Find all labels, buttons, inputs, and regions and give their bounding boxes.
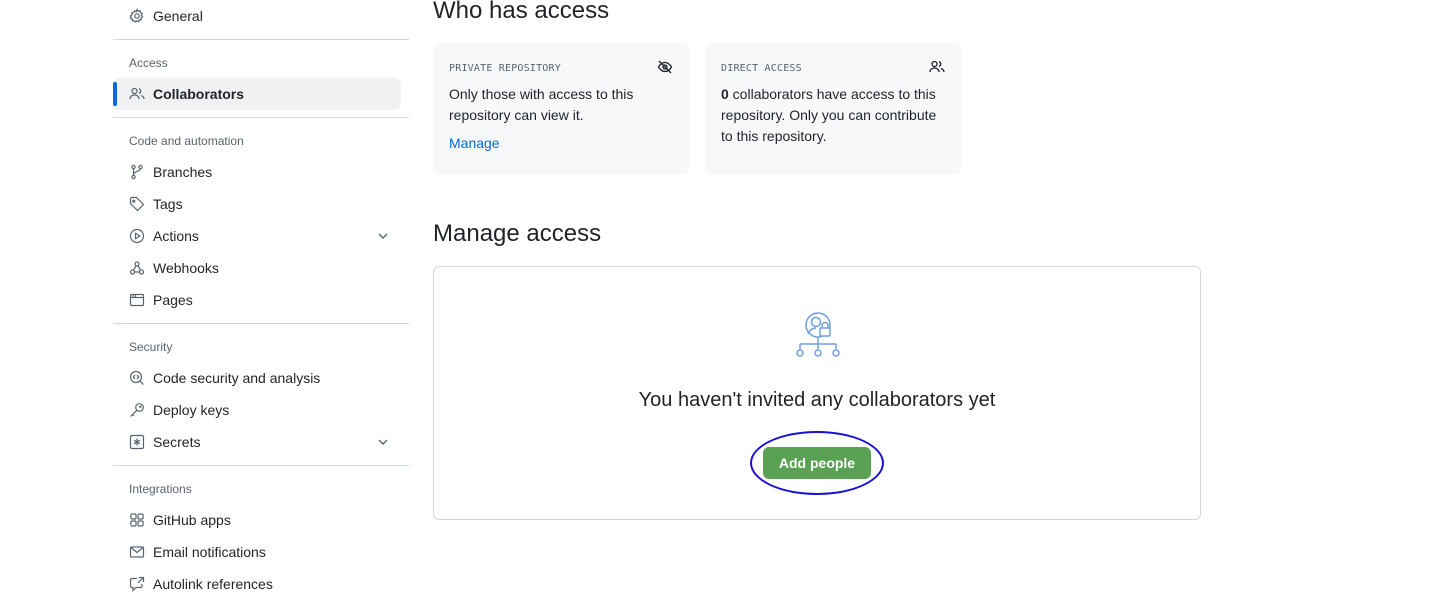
section-title-security: Security: [129, 340, 173, 354]
eye-closed-icon: [657, 60, 673, 74]
collaborators-illustration: [796, 312, 840, 357]
sidebar-item-code-security[interactable]: Code security and analysis: [113, 362, 401, 394]
sidebar-item-label: Code security and analysis: [153, 370, 321, 386]
sidebar-item-label: GitHub apps: [153, 512, 231, 528]
sidebar-item-label: Autolink references: [153, 576, 273, 592]
sidebar-item-autolink[interactable]: Autolink references: [113, 568, 401, 600]
key-icon: [129, 402, 145, 418]
sidebar-item-label: Tags: [153, 196, 183, 212]
section-title-access: Access: [129, 56, 168, 70]
asterisk-icon: [129, 434, 145, 450]
sidebar-item-label: Collaborators: [153, 86, 245, 102]
sidebar-item-label: Email notifications: [153, 544, 266, 560]
divider: [113, 117, 409, 118]
sidebar-item-label: Branches: [153, 164, 213, 180]
manage-access-panel: You haven't invited any collaborators ye…: [433, 266, 1201, 520]
add-people-button[interactable]: Add people: [763, 447, 871, 479]
browser-icon: [129, 292, 145, 308]
empty-state-title: You haven't invited any collaborators ye…: [638, 389, 996, 411]
card-label: DIRECT ACCESS: [721, 63, 802, 74]
collaborator-count: 0: [721, 86, 729, 102]
card-text: Only those with access to this repositor…: [449, 86, 634, 123]
divider: [113, 39, 409, 40]
settings-sidebar: General Access Collaborators Code and au…: [113, 0, 409, 600]
sidebar-item-general[interactable]: General: [113, 0, 401, 32]
webhook-icon: [129, 260, 145, 276]
sidebar-item-webhooks[interactable]: Webhooks: [113, 252, 401, 284]
mail-icon: [129, 544, 145, 560]
sidebar-item-label: Secrets: [153, 434, 201, 450]
private-repository-card: PRIVATE REPOSITORY Only those with acces…: [433, 43, 689, 175]
chevron-down-icon[interactable]: [375, 434, 391, 450]
sidebar-item-secrets[interactable]: Secrets: [113, 426, 401, 458]
manage-access-title: Manage access: [433, 220, 602, 247]
sidebar-item-deploy-keys[interactable]: Deploy keys: [113, 394, 401, 426]
section-title-integrations: Integrations: [129, 482, 192, 496]
who-has-access-title: Who has access: [433, 0, 610, 24]
sidebar-item-actions[interactable]: Actions: [113, 220, 401, 252]
direct-access-card: DIRECT ACCESS 0 collaborators have acces…: [705, 43, 961, 175]
people-icon: [929, 60, 945, 73]
apps-icon: [129, 512, 145, 528]
sidebar-item-collaborators[interactable]: Collaborators: [113, 78, 401, 110]
sidebar-item-github-apps[interactable]: GitHub apps: [113, 504, 401, 536]
divider: [113, 465, 409, 466]
divider: [113, 323, 409, 324]
sidebar-item-email-notifications[interactable]: Email notifications: [113, 536, 401, 568]
git-branch-icon: [129, 164, 145, 180]
sidebar-item-tags[interactable]: Tags: [113, 188, 401, 220]
sidebar-item-branches[interactable]: Branches: [113, 156, 401, 188]
card-text-body: collaborators have access to this reposi…: [721, 86, 937, 144]
sidebar-item-pages[interactable]: Pages: [113, 284, 401, 316]
section-title-code: Code and automation: [129, 134, 244, 148]
sidebar-item-label: General: [153, 8, 203, 24]
sidebar-item-label: Actions: [153, 228, 199, 244]
card-label: PRIVATE REPOSITORY: [449, 63, 561, 74]
tag-icon: [129, 196, 145, 212]
manage-link[interactable]: Manage: [449, 135, 500, 151]
sidebar-item-label: Deploy keys: [153, 402, 230, 418]
play-icon: [129, 228, 145, 244]
sidebar-item-label: Pages: [153, 292, 193, 308]
sidebar-item-label: Webhooks: [153, 260, 219, 276]
card-text: 0 collaborators have access to this repo…: [721, 84, 945, 147]
people-icon: [129, 86, 145, 102]
gear-icon: [129, 8, 145, 24]
codescan-icon: [129, 370, 145, 386]
chevron-down-icon[interactable]: [375, 228, 391, 244]
cross-reference-icon: [129, 576, 145, 592]
